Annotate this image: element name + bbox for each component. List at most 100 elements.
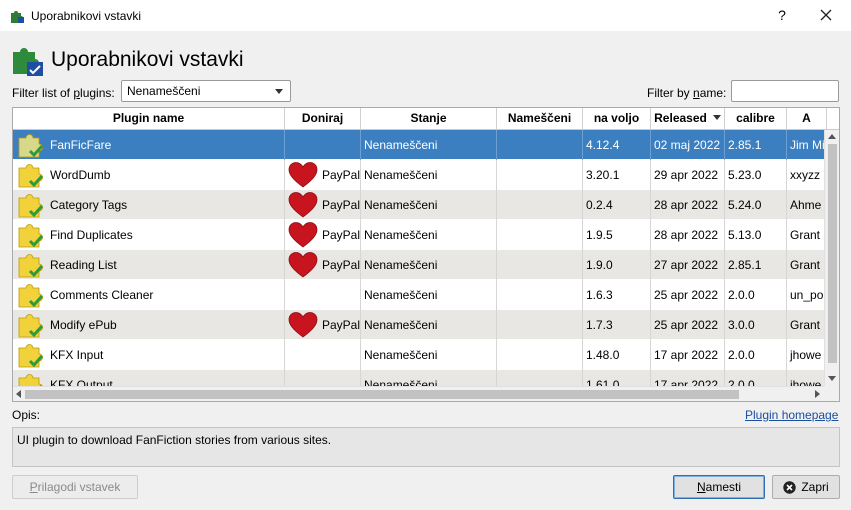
- plugin-puzzle-icon: [18, 283, 44, 308]
- title-bar: Uporabnikovi vstavki ?: [0, 0, 851, 31]
- cell-calibre: 5.23.0: [725, 160, 787, 190]
- help-button[interactable]: ?: [772, 5, 792, 25]
- cell-available: 1.6.3: [583, 280, 651, 310]
- window-title: Uporabnikovi vstavki: [31, 9, 142, 23]
- cell-calibre: 3.0.0: [725, 310, 787, 340]
- table-row[interactable]: Find Duplicates PayPal Nenameščeni 1.9.5 28 …: [13, 220, 824, 250]
- plugin-puzzle-icon: [18, 343, 44, 368]
- plugin-puzzle-icon: [18, 373, 43, 386]
- table-row[interactable]: FanFicFare Nenameščeni 4.12.4 02 maj 2022 2.…: [13, 130, 824, 160]
- page-title: Uporabnikovi vstavki: [51, 48, 244, 71]
- cell-donate: [285, 370, 361, 386]
- column-header-available[interactable]: na voljo: [583, 108, 651, 129]
- column-header-status[interactable]: Stanje: [361, 108, 497, 129]
- table-row[interactable]: KFX Input Nenameščeni 1.48.0 17 apr 2022 2.0…: [13, 340, 824, 370]
- cell-available: 0.2.4: [583, 190, 651, 220]
- puzzle-app-icon: [11, 11, 24, 23]
- cell-available: 3.20.1: [583, 160, 651, 190]
- cell-donate[interactable]: PayPal: [285, 220, 361, 250]
- heart-icon: [288, 252, 318, 278]
- scroll-corner: [824, 386, 839, 401]
- cell-plugin-name: KFX Input: [13, 340, 285, 370]
- filter-list-select[interactable]: Nenameščeni: [121, 80, 291, 102]
- close-circle-icon: [783, 480, 797, 494]
- cell-released: 29 apr 2022: [651, 160, 725, 190]
- cell-released: 25 apr 2022: [651, 280, 725, 310]
- cell-released: 28 apr 2022: [651, 220, 725, 250]
- cell-installed: [497, 130, 583, 160]
- cell-donate[interactable]: PayPal: [285, 160, 361, 190]
- plugin-puzzle-icon: [18, 313, 44, 338]
- cell-status: Nenameščeni: [361, 370, 497, 386]
- cell-plugin-name: FanFicFare: [13, 130, 285, 160]
- plugin-puzzle-icon: [18, 253, 44, 278]
- plugin-homepage-link[interactable]: Plugin homepage: [745, 408, 838, 422]
- cell-calibre: 2.85.1: [725, 250, 787, 280]
- cell-released: 25 apr 2022: [651, 310, 725, 340]
- cell-installed: [497, 160, 583, 190]
- table-row[interactable]: Modify ePub PayPal Nenameščeni 1.7.3 25 apr …: [13, 310, 824, 340]
- scroll-left-icon[interactable]: [16, 390, 21, 398]
- cell-donate[interactable]: PayPal: [285, 190, 361, 220]
- cell-calibre: 2.85.1: [725, 130, 787, 160]
- cell-released: 27 apr 2022: [651, 250, 725, 280]
- cell-status: Nenameščeni: [361, 340, 497, 370]
- cell-installed: [497, 280, 583, 310]
- cell-status: Nenameščeni: [361, 280, 497, 310]
- heart-icon: [288, 192, 318, 218]
- column-header-calibre[interactable]: calibre: [725, 108, 787, 129]
- column-header-plugin-name[interactable]: Plugin name: [13, 108, 285, 129]
- vertical-scroll-thumb[interactable]: [828, 144, 837, 363]
- cell-released: 17 apr 2022: [651, 340, 725, 370]
- scroll-down-icon[interactable]: [828, 376, 836, 381]
- close-button[interactable]: Zapri: [772, 475, 840, 499]
- vertical-scrollbar[interactable]: [824, 130, 839, 386]
- window-close-icon[interactable]: [815, 4, 837, 26]
- filter-list-label: Filter list of plugins:: [12, 86, 115, 100]
- cell-released: 28 apr 2022: [651, 190, 725, 220]
- cell-plugin-name: WordDumb: [13, 160, 285, 190]
- cell-released: 02 maj 2022: [651, 130, 725, 160]
- scroll-right-icon[interactable]: [815, 390, 820, 398]
- column-header-installed[interactable]: Nameščeni: [497, 108, 583, 129]
- plugin-puzzle-icon: [18, 163, 44, 188]
- cell-author: Ahme: [787, 190, 824, 220]
- heart-icon: [288, 162, 318, 188]
- cell-released: 17 apr 2022: [651, 370, 725, 386]
- column-header-author[interactable]: A: [787, 108, 827, 129]
- cell-donate: [285, 280, 361, 310]
- cell-calibre: 2.0.0: [725, 340, 787, 370]
- column-header-donate[interactable]: Doniraj: [285, 108, 361, 129]
- cell-author: un_po: [787, 280, 824, 310]
- column-header-released[interactable]: Released: [651, 108, 725, 129]
- plugin-puzzle-icon: [18, 133, 44, 158]
- cell-author: jhowe: [787, 340, 824, 370]
- table-row[interactable]: WordDumb PayPal Nenameščeni 3.20.1 29 apr 20…: [13, 160, 824, 190]
- chevron-down-icon: [275, 89, 283, 94]
- cell-available: 1.9.5: [583, 220, 651, 250]
- table-row[interactable]: Category Tags PayPal Nenameščeni 0.2.4 28 ap…: [13, 190, 824, 220]
- horizontal-scrollbar[interactable]: [13, 386, 824, 401]
- horizontal-scroll-thumb[interactable]: [25, 390, 739, 399]
- table-row[interactable]: Comments Cleaner Nenameščeni 1.6.3 25 apr 2…: [13, 280, 824, 310]
- cell-author: Grant: [787, 250, 824, 280]
- cell-author: jhowe: [787, 370, 824, 386]
- filter-name-input[interactable]: [731, 80, 839, 102]
- sort-descending-icon: [712, 115, 721, 120]
- scroll-up-icon[interactable]: [828, 134, 836, 139]
- customize-plugin-button[interactable]: Prilagodi vstavek: [12, 475, 138, 499]
- cell-installed: [497, 190, 583, 220]
- install-button[interactable]: Namesti: [673, 475, 765, 499]
- heart-icon: [288, 312, 318, 338]
- cell-donate[interactable]: PayPal: [285, 310, 361, 340]
- plugins-header-icon: [13, 48, 43, 76]
- heart-icon: [288, 222, 318, 248]
- cell-available: 1.48.0: [583, 340, 651, 370]
- cell-calibre: 5.13.0: [725, 220, 787, 250]
- cell-donate: [285, 340, 361, 370]
- plugin-puzzle-icon: [18, 223, 44, 248]
- cell-installed: [497, 370, 583, 386]
- cell-donate[interactable]: PayPal: [285, 250, 361, 280]
- table-row[interactable]: KFX Output Nenameščeni 1.61.0 17 apr 2022 2.…: [13, 370, 824, 386]
- table-row[interactable]: Reading List PayPal Nenameščeni 1.9.0 27 apr…: [13, 250, 824, 280]
